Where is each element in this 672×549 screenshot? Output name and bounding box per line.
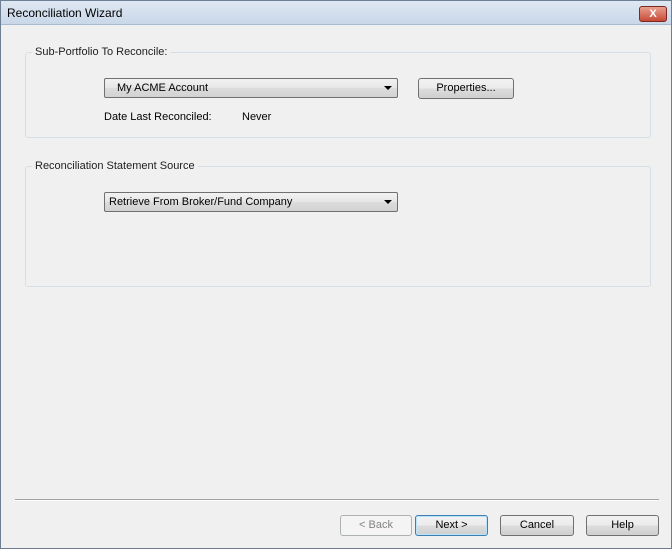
cancel-button[interactable]: Cancel: [500, 515, 574, 536]
window-title: Reconciliation Wizard: [7, 6, 123, 20]
close-button[interactable]: X: [639, 6, 667, 22]
footer-divider: [15, 499, 659, 501]
subportfolio-group-label: Sub-Portfolio To Reconcile:: [32, 46, 171, 58]
subportfolio-dropdown[interactable]: My ACME Account: [104, 78, 398, 98]
statement-source-selected-value: Retrieve From Broker/Fund Company: [109, 196, 293, 208]
title-bar[interactable]: Reconciliation Wizard X: [1, 1, 671, 25]
date-last-reconciled-value: Never: [242, 111, 272, 123]
properties-button[interactable]: Properties...: [418, 78, 514, 99]
statement-source-group: [25, 166, 651, 287]
help-button[interactable]: Help: [586, 515, 659, 536]
statement-source-group-label: Reconciliation Statement Source: [32, 160, 198, 172]
reconciliation-wizard-window: Reconciliation Wizard X Sub-Portfolio To…: [0, 0, 672, 549]
next-button[interactable]: Next >: [415, 515, 488, 536]
subportfolio-selected-value: My ACME Account: [117, 82, 209, 94]
close-icon: X: [649, 8, 657, 20]
chevron-down-icon: [384, 200, 392, 204]
chevron-down-icon: [384, 86, 392, 90]
statement-source-dropdown[interactable]: Retrieve From Broker/Fund Company: [104, 192, 398, 212]
date-last-reconciled-label: Date Last Reconciled:: [104, 111, 212, 123]
back-button[interactable]: < Back: [340, 515, 412, 536]
